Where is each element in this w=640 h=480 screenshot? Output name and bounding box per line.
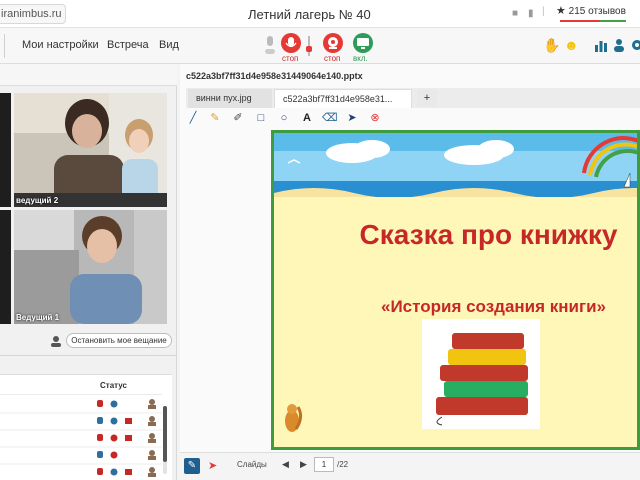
- page-number-input[interactable]: 1: [314, 457, 334, 472]
- monitor-icon: [357, 38, 369, 49]
- prev-slide-icon[interactable]: ◀: [282, 459, 289, 470]
- camera-small-icon: ■: [512, 8, 519, 19]
- video-panel-header: [0, 64, 177, 86]
- video-tile-partial-bottom: [0, 210, 11, 324]
- mic-level-icon: [264, 34, 276, 58]
- menu-meeting[interactable]: Встреча: [107, 39, 149, 51]
- screen-share-button[interactable]: [353, 33, 373, 53]
- total-pages-label: /22: [337, 460, 349, 469]
- microphone-icon: [285, 37, 297, 48]
- settings-icon[interactable]: [630, 38, 640, 57]
- menu-divider: [4, 34, 5, 58]
- star-icon: ★: [556, 5, 566, 17]
- slides-label[interactable]: Слайды: [237, 460, 267, 469]
- reviews-label: 215 отзывов: [568, 6, 626, 17]
- reviews-rating-bar: [560, 20, 626, 22]
- mic-stop-label: стоп: [282, 54, 299, 63]
- status-column-header[interactable]: Статус: [100, 381, 127, 390]
- webcam-icon: [328, 37, 338, 49]
- draw-mode-icon[interactable]: ✎: [184, 458, 200, 474]
- raise-hand-icon[interactable]: ✋: [543, 37, 560, 54]
- marker-tool-icon[interactable]: ✎: [208, 111, 222, 125]
- cam-level-icon: [305, 34, 313, 58]
- presentation-slide: Сказка про книжку «История создания книг…: [271, 130, 640, 450]
- video-tile-partial-top: [0, 93, 11, 207]
- users-icon[interactable]: [613, 38, 627, 57]
- pointer-tool-icon[interactable]: ➤: [345, 111, 359, 125]
- slide-title: Сказка про книжку: [359, 219, 618, 250]
- stats-icon[interactable]: [594, 38, 608, 57]
- user-icon: [50, 334, 62, 347]
- meeting-title: Летний лагерь № 40: [248, 7, 371, 22]
- video-tile-host-2[interactable]: ведущий 2: [14, 93, 167, 207]
- slide-subtitle: «История создания книги»: [381, 297, 606, 316]
- document-file-title: c522a3bf7ff31d4e958e31449064e140.pptx: [186, 71, 363, 81]
- tab-winnie-image[interactable]: винни пух.jpg: [188, 89, 272, 108]
- video-tile-host-1[interactable]: Ведущий 1: [14, 210, 167, 324]
- mic-stop-button[interactable]: [281, 33, 301, 53]
- pen-tool-icon[interactable]: ✐: [231, 111, 245, 125]
- ellipse-tool-icon[interactable]: ○: [277, 111, 291, 125]
- menu-view[interactable]: Вид: [159, 39, 179, 51]
- camera-stop-label: стоп: [324, 54, 341, 63]
- participants-scrollbar-thumb[interactable]: [163, 406, 167, 462]
- squirrel-image: [285, 404, 303, 432]
- tab-pptx[interactable]: c522a3bf7ff31d4e958e31...: [274, 89, 412, 108]
- menu-my-settings[interactable]: Мои настройки: [22, 39, 99, 51]
- add-tab-button[interactable]: +: [417, 89, 437, 107]
- camera-stop-button[interactable]: [323, 33, 343, 53]
- panel-divider: [0, 355, 177, 356]
- participants-rows: [0, 396, 162, 478]
- book-stack-image: [422, 319, 540, 429]
- rectangle-tool-icon[interactable]: □: [254, 111, 268, 125]
- video-frame-image: [14, 210, 167, 324]
- next-slide-icon[interactable]: ▶: [300, 459, 307, 470]
- divider-icon: |: [542, 6, 545, 17]
- eraser-tool-icon[interactable]: ⌫: [322, 111, 338, 125]
- video-label-host-2: ведущий 2: [16, 196, 59, 205]
- screen-share-label: вкл.: [353, 54, 368, 63]
- participant-status-icons: [0, 399, 162, 477]
- emoji-icon[interactable]: ☻: [564, 37, 579, 53]
- video-frame-image: [14, 93, 167, 207]
- stop-broadcast-button[interactable]: Остановить мое вещание: [66, 333, 172, 348]
- url-chip[interactable]: iranimbus.ru: [0, 4, 66, 24]
- pointer-mode-icon[interactable]: ➤: [208, 459, 217, 472]
- clear-tool-icon[interactable]: ⊗: [368, 111, 382, 125]
- reviews-link[interactable]: ★ 215 отзывов: [556, 4, 632, 20]
- sky-sea-header-image: [274, 133, 637, 197]
- video-label-host-1: Ведущий 1: [16, 313, 60, 322]
- mic-small-icon: ▮: [528, 8, 534, 19]
- text-tool-icon[interactable]: A: [300, 111, 314, 125]
- table-header-divider: [0, 394, 162, 395]
- line-tool-icon[interactable]: ╱: [186, 111, 200, 125]
